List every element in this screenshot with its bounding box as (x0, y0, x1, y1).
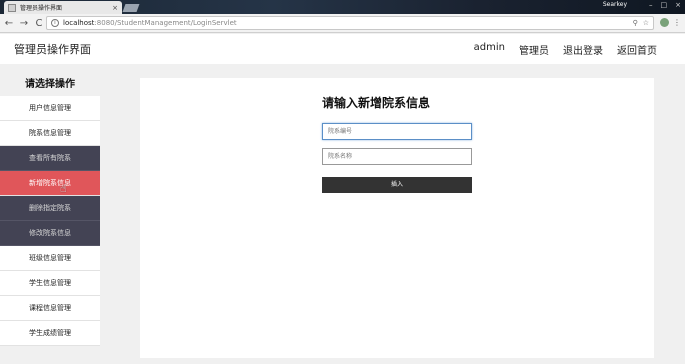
dept-name-input[interactable] (322, 148, 472, 165)
nav-username[interactable]: admin (474, 42, 505, 57)
sidebar-item-grade-info[interactable]: 学生成绩管理 (0, 321, 100, 346)
hand-cursor-icon: ☝ (60, 182, 67, 195)
maximize-icon[interactable]: □ (661, 1, 668, 9)
sidebar-subitem-edit-dept[interactable]: 修改院系信息 (0, 221, 100, 246)
sidebar-title: 请选择操作 (0, 70, 100, 96)
form-title: 请输入新增院系信息 (322, 96, 431, 110)
nav-logout[interactable]: 退出登录 (563, 42, 603, 57)
nav-home[interactable]: 返回首页 (617, 42, 657, 57)
extension-area: ⋮ (660, 18, 681, 27)
browser-toolbar: ← → C i localhost :8080/StudentManagemen… (0, 14, 685, 33)
address-bar-actions: ⚲ ☆ (633, 19, 649, 27)
new-tab-button[interactable] (122, 4, 140, 12)
close-window-icon[interactable]: × (675, 1, 681, 9)
window-controls: – □ × (649, 1, 681, 9)
forward-icon[interactable]: → (18, 18, 30, 29)
tab-title: 管理员操作界面 (20, 5, 63, 12)
main-panel: 请输入新增院系信息 插入 (140, 78, 654, 358)
app-header: 管理员操作界面 admin 管理员 退出登录 返回首页 (0, 34, 685, 64)
page-favicon-icon (8, 3, 16, 12)
insert-button[interactable]: 插入 (322, 177, 472, 193)
minimize-icon[interactable]: – (649, 1, 653, 9)
header-nav: admin 管理员 退出登录 返回首页 (474, 42, 657, 57)
info-icon[interactable]: i (51, 19, 59, 27)
browser-menu-icon[interactable]: ⋮ (673, 18, 681, 27)
sidebar-subitem-add-dept[interactable]: 新增院系信息 ☝ (0, 171, 100, 196)
sidebar-item-user-info[interactable]: 用户信息管理 (0, 96, 100, 121)
sidebar-item-student-info[interactable]: 学生信息管理 (0, 271, 100, 296)
bookmark-star-icon[interactable]: ☆ (643, 19, 649, 27)
sidebar-subitem-delete-dept[interactable]: 删除指定院系 (0, 196, 100, 221)
sidebar-subitem-view-depts[interactable]: 查看所有院系 (0, 146, 100, 171)
key-icon[interactable]: ⚲ (633, 19, 638, 27)
sidebar-item-dept-info[interactable]: 院系信息管理 (0, 121, 100, 146)
tab-close-icon[interactable]: × (112, 4, 118, 12)
sidebar-item-class-info[interactable]: 班级信息管理 (0, 246, 100, 271)
app-brand[interactable]: 管理员操作界面 (14, 41, 91, 57)
browser-tab[interactable]: 管理员操作界面 × (4, 1, 122, 14)
sidebar: 请选择操作 用户信息管理 院系信息管理 查看所有院系 新增院系信息 ☝ 删除指定… (0, 70, 100, 346)
back-icon[interactable]: ← (3, 18, 15, 29)
reload-icon[interactable]: C (33, 18, 45, 29)
url-host: localhost (63, 19, 95, 27)
extension-icon[interactable] (660, 18, 669, 27)
sidebar-item-course-info[interactable]: 课程信息管理 (0, 296, 100, 321)
dept-id-input[interactable] (322, 123, 472, 140)
address-bar[interactable]: i localhost :8080/StudentManagement/Logi… (46, 16, 654, 30)
browser-tab-bar: 管理员操作界面 × Searkey – □ × (0, 0, 685, 14)
nav-role[interactable]: 管理员 (519, 42, 549, 57)
url-path: :8080/StudentManagement/LoginServlet (94, 19, 237, 27)
profile-name[interactable]: Searkey (603, 1, 627, 8)
